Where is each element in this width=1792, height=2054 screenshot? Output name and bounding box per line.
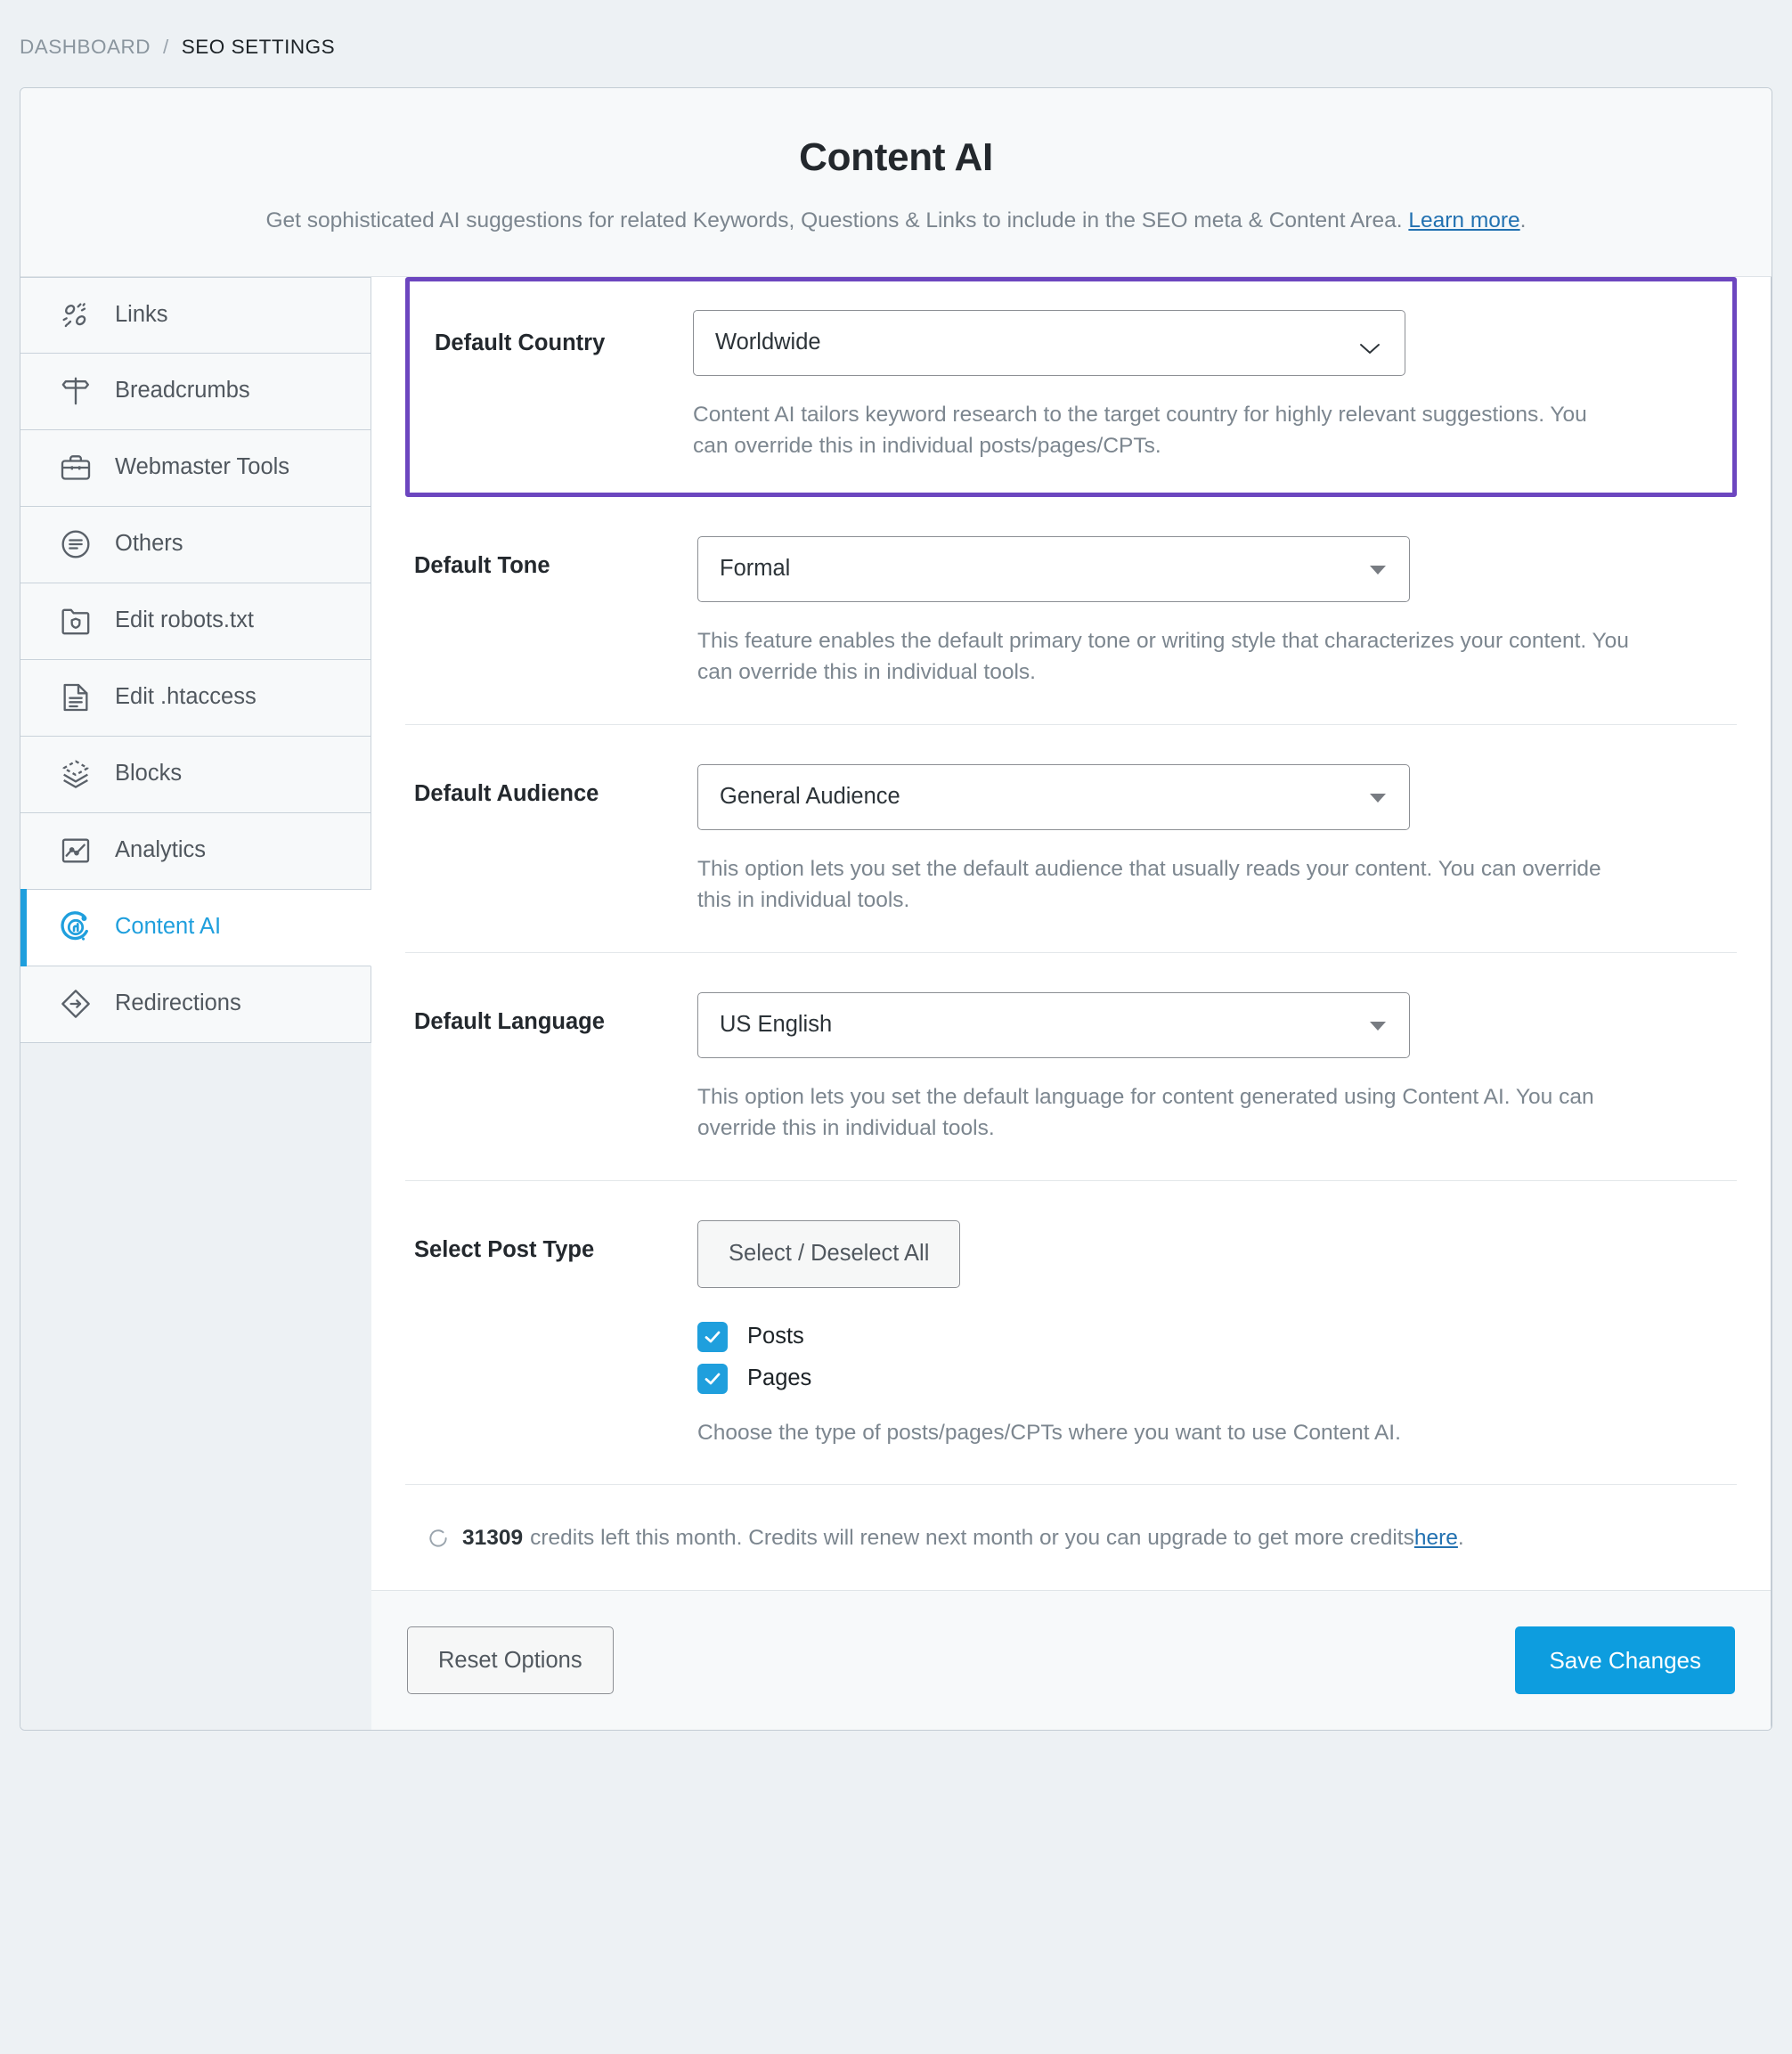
sidebar-item-edit-robots-txt[interactable]: Edit robots.txt bbox=[20, 583, 371, 660]
sidebar-item-label: Webmaster Tools bbox=[115, 454, 290, 480]
triangle-down-icon bbox=[1370, 565, 1386, 575]
field-label: Default Tone bbox=[414, 552, 550, 578]
chevron-down-icon bbox=[1358, 336, 1381, 362]
breadcrumb-current: SEO SETTINGS bbox=[181, 36, 336, 58]
chart-icon bbox=[56, 831, 95, 870]
credits-amount: 31309 bbox=[462, 1526, 524, 1551]
field-label: Default Audience bbox=[414, 780, 599, 806]
field-control: Formal This feature enables the default … bbox=[697, 535, 1666, 689]
sidebar-item-label: Analytics bbox=[115, 837, 207, 863]
links-icon bbox=[56, 296, 95, 335]
default-country-select[interactable]: Worldwide bbox=[693, 309, 1405, 376]
default-language-select[interactable]: US English bbox=[697, 991, 1410, 1058]
file-lines-icon bbox=[56, 678, 95, 717]
sidebar-item-label: Content AI bbox=[115, 914, 222, 940]
select-value: US English bbox=[720, 1012, 833, 1038]
triangle-down-icon bbox=[1370, 1021, 1386, 1031]
sidebar-item-analytics[interactable]: Analytics bbox=[20, 812, 371, 890]
credits-row: 31309 credits left this month. Credits w… bbox=[414, 1526, 1728, 1551]
triangle-down-icon bbox=[1370, 793, 1386, 803]
field-label: Select Post Type bbox=[414, 1236, 595, 1262]
field-help: Content AI tailors keyword research to t… bbox=[693, 402, 1587, 459]
credits-suffix: . bbox=[1457, 1526, 1464, 1551]
folder-shield-icon bbox=[56, 601, 95, 640]
sidebar-item-breadcrumbs[interactable]: Breadcrumbs bbox=[20, 353, 371, 430]
default-tone-select[interactable]: Formal bbox=[697, 535, 1410, 602]
checkbox-checked-icon[interactable] bbox=[697, 1321, 728, 1352]
select-value: Worldwide bbox=[715, 330, 821, 355]
post-type-checkbox-list: Posts Pages bbox=[697, 1321, 1666, 1394]
list-circle-icon bbox=[56, 525, 95, 564]
breadcrumb: DASHBOARD / SEO SETTINGS bbox=[0, 0, 1792, 87]
credits-section: 31309 credits left this month. Credits w… bbox=[405, 1484, 1737, 1590]
settings-footer: Reset Options Save Changes bbox=[371, 1590, 1771, 1731]
sidebar-item-label: Breadcrumbs bbox=[115, 378, 250, 403]
sidebar-item-links[interactable]: Links bbox=[20, 276, 371, 354]
sidebar-item-label: Redirections bbox=[115, 990, 241, 1016]
sidebar-item-webmaster-tools[interactable]: Webmaster Tools bbox=[20, 429, 371, 507]
field-select-post-type: Select Post Type Select / Deselect All P bbox=[405, 1179, 1737, 1485]
save-changes-button[interactable]: Save Changes bbox=[1515, 1626, 1735, 1695]
field-control: Worldwide Content AI tailors keyword res… bbox=[693, 309, 1662, 462]
sidebar-item-label: Others bbox=[115, 531, 183, 557]
card-body: Links Breadcrumbs Webmaster Tools Others… bbox=[20, 276, 1772, 1731]
breadcrumb-root[interactable]: DASHBOARD bbox=[20, 36, 151, 59]
sidebar-item-content-ai[interactable]: Content AI bbox=[20, 888, 371, 966]
default-audience-select[interactable]: General Audience bbox=[697, 763, 1410, 830]
settings-fields: Default Country Worldwide Content AI tai… bbox=[371, 276, 1771, 1485]
field-label: Default Language bbox=[414, 1008, 605, 1034]
sidebar-item-label: Links bbox=[115, 301, 168, 327]
page-bottom-spacer bbox=[0, 1731, 1792, 1766]
field-default-country: Default Country Worldwide Content AI tai… bbox=[405, 276, 1737, 497]
sidebar-item-redirections[interactable]: Redirections bbox=[20, 966, 371, 1043]
sidebar-item-label: Blocks bbox=[115, 761, 183, 787]
redirect-arrow-icon bbox=[56, 984, 95, 1023]
field-help: This feature enables the default primary… bbox=[697, 628, 1629, 685]
select-value: Formal bbox=[720, 556, 791, 582]
sidebar-item-blocks[interactable]: Blocks bbox=[20, 736, 371, 813]
settings-sidebar: Links Breadcrumbs Webmaster Tools Others… bbox=[20, 276, 371, 1731]
field-control: General Audience This option lets you se… bbox=[697, 763, 1666, 917]
field-default-audience: Default Audience General Audience This o… bbox=[405, 723, 1737, 952]
sidebar-item-label: Edit robots.txt bbox=[115, 607, 254, 633]
field-control: US English This option lets you set the … bbox=[697, 991, 1666, 1145]
content-ai-icon bbox=[56, 908, 95, 947]
field-control: Select / Deselect All Posts Pages Choose… bbox=[697, 1219, 1666, 1449]
checkbox-label: Posts bbox=[747, 1324, 804, 1349]
page-description-text: Get sophisticated AI suggestions for rel… bbox=[265, 208, 1409, 233]
settings-card: Content AI Get sophisticated AI suggesti… bbox=[20, 87, 1772, 1732]
signpost-icon bbox=[56, 371, 95, 411]
credits-text: credits left this month. Credits will re… bbox=[530, 1526, 1414, 1551]
field-help: This option lets you set the default lan… bbox=[697, 1084, 1594, 1141]
breadcrumb-separator: / bbox=[163, 36, 169, 58]
sidebar-item-others[interactable]: Others bbox=[20, 506, 371, 583]
post-type-option-posts[interactable]: Posts bbox=[697, 1321, 1666, 1352]
settings-content: Default Country Worldwide Content AI tai… bbox=[371, 276, 1772, 1731]
page-description-suffix: . bbox=[1519, 208, 1527, 233]
post-type-option-pages[interactable]: Pages bbox=[697, 1363, 1666, 1394]
reset-options-button[interactable]: Reset Options bbox=[407, 1626, 614, 1695]
select-deselect-all-button[interactable]: Select / Deselect All bbox=[697, 1219, 961, 1288]
learn-more-link[interactable]: Learn more bbox=[1408, 208, 1519, 232]
page-title: Content AI bbox=[799, 135, 993, 179]
checkbox-label: Pages bbox=[747, 1365, 812, 1391]
card-header: Content AI Get sophisticated AI suggesti… bbox=[20, 88, 1772, 277]
credits-upgrade-link[interactable]: here bbox=[1414, 1526, 1458, 1551]
field-help: This option lets you set the default aud… bbox=[697, 856, 1601, 913]
page-description: Get sophisticated AI suggestions for rel… bbox=[56, 206, 1736, 236]
checkbox-checked-icon[interactable] bbox=[697, 1363, 728, 1394]
field-help: Choose the type of posts/pages/CPTs wher… bbox=[697, 1420, 1401, 1445]
sidebar-item-label: Edit .htaccess bbox=[115, 684, 257, 710]
select-value: General Audience bbox=[720, 784, 900, 810]
field-default-language: Default Language US English This option … bbox=[405, 951, 1737, 1180]
briefcase-icon bbox=[56, 448, 95, 487]
field-default-tone: Default Tone Formal This feature enables… bbox=[405, 497, 1737, 724]
layers-icon bbox=[56, 754, 95, 794]
field-label: Default Country bbox=[435, 330, 606, 355]
sidebar-item-edit-htaccess[interactable]: Edit .htaccess bbox=[20, 659, 371, 737]
refresh-icon bbox=[427, 1527, 450, 1550]
